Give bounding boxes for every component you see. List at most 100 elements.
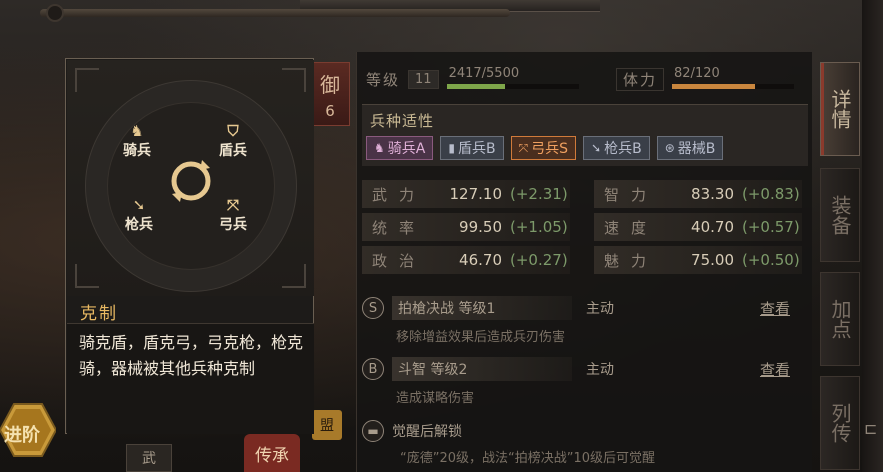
aptitude-title: 兵种适性: [370, 112, 435, 130]
unit-label: 弓兵: [219, 217, 247, 233]
counter-description: 骑克盾，盾克弓，弓克枪，枪克骑，器械被其他兵种克制: [67, 323, 314, 434]
unit-label: 枪兵: [125, 217, 153, 233]
stat-name: 统率: [372, 218, 427, 237]
corner-ornament: [282, 68, 306, 92]
unit-label: 骑兵: [123, 143, 151, 159]
counter-diagram: ♞ 骑兵 ⛉ 盾兵 ➘ 枪兵 ⤧ 弓兵: [67, 60, 314, 296]
skill-grade-badge: S: [362, 297, 384, 319]
stat-row-charisma: 魅力 75.00 (+0.50): [594, 246, 802, 274]
aptitude-chips: ♞ 骑兵A ▮ 盾兵B ⤧ 弓兵S ➘ 枪兵B ⊛ 器械B: [366, 136, 724, 160]
cycle-arrows-icon: [171, 160, 211, 202]
aptitude-chip-spear[interactable]: ➘ 枪兵B: [583, 136, 650, 160]
cavalry-icon: ♞: [374, 141, 385, 155]
stat-bonus: (+2.31): [510, 185, 568, 203]
unit-bow: ⤧ 弓兵: [219, 196, 247, 234]
stat-bonus: (+0.57): [742, 218, 800, 236]
siege-icon: ⊛: [664, 141, 675, 155]
corner-ornament: [75, 264, 99, 288]
inherit-button[interactable]: 传承: [244, 434, 300, 472]
level-row: 等级 11 2417/5500: [366, 66, 579, 92]
chip-label: 骑兵A: [387, 141, 426, 157]
rank-tag-number: 6: [325, 101, 335, 120]
stamina-track: [672, 84, 795, 89]
tab-label: 详情: [828, 89, 852, 129]
unit-spear: ➘ 枪兵: [125, 196, 153, 234]
skill-desc-1: 移除增益效果后造成兵刃伤害: [396, 330, 566, 345]
tab-equipment[interactable]: 装备: [820, 168, 860, 262]
stat-value: 46.70: [459, 251, 502, 269]
stamina-fill: [672, 84, 756, 89]
stat-row-command: 统率 99.50 (+1.05): [362, 213, 570, 241]
stat-row-force: 武力 127.10 (+2.31): [362, 180, 570, 208]
stat-value: 127.10: [449, 185, 503, 203]
chip-label: 盾兵B: [457, 141, 496, 157]
right-edge-strip: [862, 0, 883, 472]
rank-tag-char: 御: [320, 72, 340, 97]
alliance-badge[interactable]: 盟: [312, 410, 342, 440]
aptitude-chip-shield[interactable]: ▮ 盾兵B: [440, 136, 504, 160]
active-tab-marker: [821, 63, 824, 155]
level-label: 等级: [366, 70, 401, 89]
chip-label: 器械B: [677, 141, 716, 157]
corner-ornament: [75, 68, 99, 92]
stat-value: 99.50: [459, 218, 502, 236]
bow-icon: ⤧: [226, 196, 239, 214]
skill-desc-2: 造成谋略伤害: [396, 391, 475, 406]
spear-end-cap: [46, 4, 64, 22]
stat-bonus: (+0.50): [742, 251, 800, 269]
skill-type: 主动: [586, 362, 614, 378]
skill-name: 拍槍决战 等级1: [392, 296, 572, 320]
stat-name: 魅力: [604, 251, 659, 270]
unit-cavalry: ♞ 骑兵: [123, 122, 151, 160]
skill-view-link[interactable]: 查看: [760, 359, 790, 380]
corner-ornament: [282, 264, 306, 288]
spear-decoration: [40, 9, 510, 17]
skill-view-link[interactable]: 查看: [760, 298, 790, 319]
xp-fill: [446, 84, 505, 89]
stamina-row: 体力 82/120: [616, 66, 795, 92]
chip-label: 弓兵S: [531, 141, 569, 157]
bow-icon: ⤧: [518, 140, 529, 155]
aptitude-chip-siege[interactable]: ⊛ 器械B: [656, 136, 724, 160]
cavalry-icon: ♞: [130, 122, 144, 140]
xp-text: 2417/5500: [448, 66, 520, 81]
counter-title: 克制: [80, 304, 118, 324]
stat-bonus: (+1.05): [510, 218, 568, 236]
wu-button[interactable]: 武: [126, 444, 172, 472]
shield-icon: ⛉: [227, 122, 239, 140]
shield-icon: ▮: [448, 141, 455, 155]
stat-bonus: (+0.27): [510, 251, 568, 269]
spear-icon: ➘: [132, 196, 146, 214]
stat-name: 武力: [372, 185, 427, 204]
awakening-title: 觉醒后解锁: [392, 424, 462, 440]
skill-type: 主动: [586, 301, 614, 317]
stat-name: 政治: [372, 251, 427, 270]
tab-details[interactable]: 详情: [820, 62, 860, 156]
unit-label: 盾兵: [219, 143, 247, 159]
counter-tooltip: ♞ 骑兵 ⛉ 盾兵 ➘ 枪兵 ⤧ 弓兵 克制 骑克盾，盾克弓，弓克枪，枪克骑，器…: [65, 58, 314, 434]
xp-progress: 2417/5500: [446, 66, 579, 92]
stat-row-speed: 速度 40.70 (+0.57): [594, 213, 802, 241]
level-value: 11: [408, 69, 439, 89]
tab-biography[interactable]: 列传: [820, 376, 860, 470]
aptitude-chip-cavalry[interactable]: ♞ 骑兵A: [366, 136, 434, 160]
stat-value: 75.00: [691, 251, 734, 269]
awakening-desc: “庞德”20级，战法“拍榜决战”10级后可觉醒: [400, 451, 656, 466]
share-icon[interactable]: ⊏: [864, 419, 877, 438]
skill-row-2: B 斗智 等级2 主动 查看: [362, 355, 802, 383]
skill-grade-badge: B: [362, 358, 384, 380]
awakening-row: ▬ 觉醒后解锁: [362, 420, 462, 442]
spear-icon: ➘: [591, 141, 602, 155]
rank-tag: 御 6: [310, 62, 350, 126]
skill-name: 斗智 等级2: [392, 357, 572, 381]
unit-shield: ⛉ 盾兵: [219, 122, 247, 160]
tab-label: 加点: [828, 299, 852, 339]
stamina-progress: 82/120: [672, 66, 795, 92]
chip-label: 枪兵B: [604, 141, 642, 157]
advance-label: 进阶: [4, 425, 40, 446]
tab-label: 列传: [828, 403, 852, 443]
aptitude-chip-bow[interactable]: ⤧ 弓兵S: [510, 136, 577, 160]
tab-points[interactable]: 加点: [820, 272, 860, 366]
xp-track: [446, 84, 579, 89]
stat-value: 83.30: [691, 185, 734, 203]
